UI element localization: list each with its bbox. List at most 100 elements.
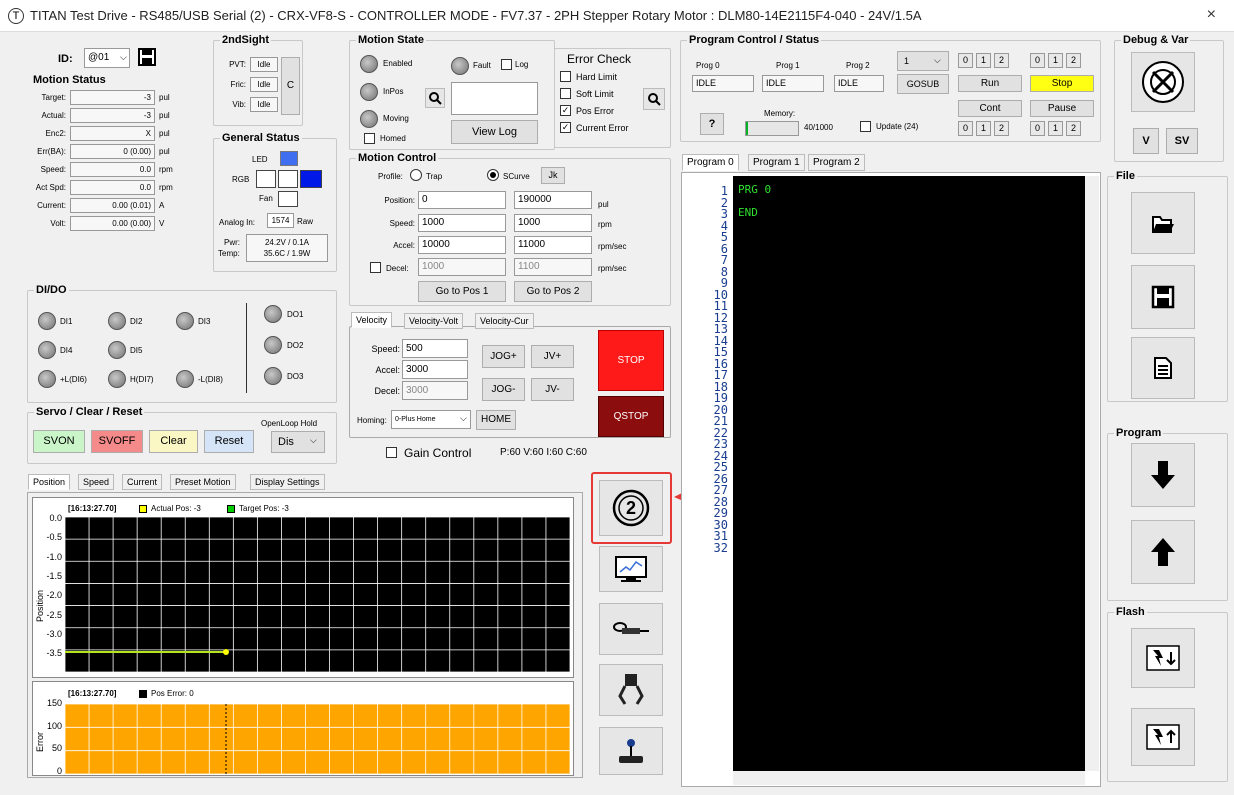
goto-pos2-button[interactable]: Go to Pos 2 <box>514 281 592 302</box>
code-editor[interactable] <box>733 176 1085 771</box>
v-button[interactable]: V <box>1133 128 1159 154</box>
pause-button[interactable]: Pause <box>1030 100 1094 117</box>
joystick-tool-button[interactable] <box>599 727 663 775</box>
open-file-button[interactable] <box>1131 192 1195 254</box>
flash-read-button[interactable] <box>1131 708 1195 766</box>
decel-checkbox[interactable] <box>370 262 381 273</box>
log-checkbox[interactable] <box>501 59 512 70</box>
plot-tab[interactable]: Position <box>28 474 71 490</box>
gain-control-checkbox[interactable] <box>386 447 397 458</box>
save-file-button[interactable] <box>1131 265 1195 329</box>
error-check-checkbox[interactable]: ✓ <box>560 122 571 133</box>
motion-status-label: Err(BA): <box>37 147 66 156</box>
zoom-error-icon[interactable] <box>643 88 665 110</box>
jog-decel-input[interactable]: 3000 <box>402 381 468 400</box>
program-digit-button[interactable]: 0 <box>958 53 973 68</box>
position-1-input[interactable]: 0 <box>418 191 506 209</box>
program-digit-button[interactable]: 1 <box>976 121 991 136</box>
jk-button[interactable]: Jk <box>541 167 565 184</box>
program-tab[interactable]: Program 1 <box>748 154 805 171</box>
program-digit-button[interactable]: 1 <box>1048 53 1063 68</box>
error-check-label: Soft Limit <box>576 89 614 99</box>
position-plot-area <box>65 517 570 672</box>
error-check-checkbox[interactable]: ✓ <box>560 105 571 116</box>
accel-2-input[interactable]: 11000 <box>514 236 592 254</box>
tuning-tool-button[interactable] <box>599 603 663 655</box>
program-digit-button[interactable]: 2 <box>1066 121 1081 136</box>
decel-1-input[interactable]: 1000 <box>418 258 506 276</box>
position-trace-point <box>223 649 229 655</box>
tab-velocity-volt[interactable]: Velocity-Volt <box>404 313 464 329</box>
memory-bar <box>745 121 799 136</box>
zoom-fault-icon[interactable] <box>425 88 445 108</box>
plot-tab[interactable]: Preset Motion <box>170 474 236 490</box>
program-tab[interactable]: Program 2 <box>808 154 865 171</box>
jog-speed-input[interactable]: 500 <box>402 339 468 358</box>
plot-tab[interactable]: Display Settings <box>250 474 325 490</box>
gosub-button[interactable]: GOSUB <box>897 74 949 94</box>
di-label: -L(DI8) <box>198 375 223 384</box>
error-check-checkbox[interactable] <box>560 71 571 82</box>
debug-var-title: Debug & Var <box>1121 34 1191 46</box>
sv-button[interactable]: SV <box>1166 128 1198 154</box>
scurve-radio[interactable] <box>487 169 499 181</box>
jog-plus-button[interactable]: JOG+ <box>482 345 525 368</box>
jog-minus-button[interactable]: JOG- <box>482 378 525 401</box>
qstop-button[interactable]: QSTOP <box>598 396 664 437</box>
stop-program-button[interactable]: Stop <box>1030 75 1094 92</box>
stop-button[interactable]: STOP <box>598 330 664 391</box>
sight-c-button[interactable]: C <box>281 57 300 115</box>
program-digit-button[interactable]: 1 <box>976 53 991 68</box>
decel-2-input[interactable]: 1100 <box>514 258 592 276</box>
program-digit-button[interactable]: 2 <box>994 121 1009 136</box>
tab-velocity-cur[interactable]: Velocity-Cur <box>475 313 534 329</box>
position-2-input[interactable]: 190000 <box>514 191 592 209</box>
accel-1-input[interactable]: 10000 <box>418 236 506 254</box>
jv-plus-button[interactable]: JV+ <box>531 345 574 368</box>
gripper-tool-button[interactable] <box>599 664 663 716</box>
legend-pos-error-swatch <box>139 690 147 698</box>
clear-button[interactable]: Clear <box>149 430 198 453</box>
jv-minus-button[interactable]: JV- <box>531 378 574 401</box>
plot-tab[interactable]: Speed <box>78 474 115 490</box>
download-program-button[interactable] <box>1131 443 1195 507</box>
rgb-red <box>256 170 276 188</box>
vertical-scrollbar[interactable] <box>1085 176 1099 771</box>
help-button[interactable]: ? <box>700 113 724 135</box>
error-check-checkbox[interactable] <box>560 88 571 99</box>
homing-select[interactable]: 0-Plus Home <box>391 410 471 429</box>
scope-tool-button[interactable] <box>599 546 663 592</box>
gosub-select[interactable]: 1 <box>897 51 949 71</box>
plot-tab[interactable]: Current <box>122 474 163 490</box>
close-button[interactable]: × <box>1207 6 1216 24</box>
svoff-button[interactable]: SVOFF <box>91 430 143 453</box>
reset-button[interactable]: Reset <box>204 430 254 453</box>
homed-checkbox[interactable] <box>364 133 375 144</box>
program-digit-button[interactable]: 2 <box>1066 53 1081 68</box>
new-file-button[interactable] <box>1131 337 1195 399</box>
program-digit-button[interactable]: 1 <box>1048 121 1063 136</box>
speed-1-input[interactable]: 1000 <box>418 214 506 232</box>
goto-pos1-button[interactable]: Go to Pos 1 <box>418 281 506 302</box>
program-digit-button[interactable]: 0 <box>958 121 973 136</box>
svon-button[interactable]: SVON <box>33 430 85 453</box>
home-button[interactable]: HOME <box>476 410 516 430</box>
flash-write-button[interactable] <box>1131 628 1195 688</box>
cont-button[interactable]: Cont <box>958 100 1022 117</box>
secondsight-tool-button[interactable]: 2 <box>599 480 663 536</box>
run-button[interactable]: Run <box>958 75 1022 92</box>
view-log-button[interactable]: View Log <box>451 120 538 144</box>
program-digit-button[interactable]: 0 <box>1030 53 1045 68</box>
jog-accel-input[interactable]: 3000 <box>402 360 468 379</box>
debug-button[interactable] <box>1131 52 1195 112</box>
speed-2-input[interactable]: 1000 <box>514 214 592 232</box>
program-tab[interactable]: Program 0 <box>682 154 739 171</box>
update-checkbox[interactable] <box>860 121 871 132</box>
horizontal-scrollbar[interactable] <box>733 771 1085 785</box>
save-icon[interactable] <box>138 48 156 66</box>
trap-radio[interactable] <box>410 169 422 181</box>
upload-program-button[interactable] <box>1131 520 1195 584</box>
program-digit-button[interactable]: 0 <box>1030 121 1045 136</box>
tab-velocity[interactable]: Velocity <box>351 312 393 328</box>
program-digit-button[interactable]: 2 <box>994 53 1009 68</box>
